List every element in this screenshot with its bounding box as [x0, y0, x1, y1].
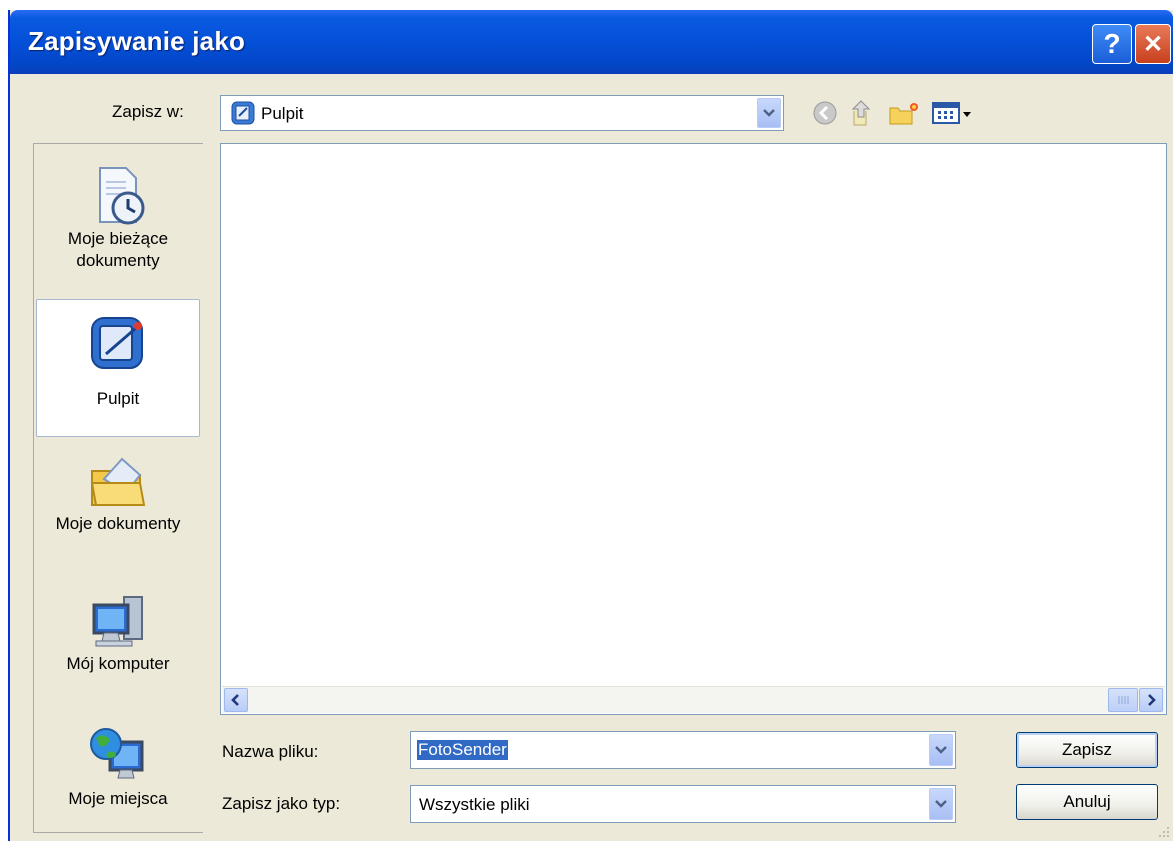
title-bar[interactable]: Zapisywanie jako ? ✕ — [10, 10, 1173, 74]
filename-combo[interactable]: FotoSender — [410, 731, 956, 769]
save-in-label: Zapisz w: — [112, 102, 184, 121]
filename-label: Nazwa pliku: — [222, 742, 319, 761]
place-label-line2: dokumenty — [76, 251, 160, 270]
up-folder-icon[interactable] — [846, 98, 876, 128]
place-desktop[interactable]: Pulpit — [36, 299, 200, 437]
save-button[interactable]: Zapisz — [1016, 732, 1158, 768]
chevron-right-icon — [1148, 694, 1156, 706]
my-documents-icon — [86, 449, 150, 513]
place-label: Moje miejsca — [68, 789, 168, 808]
back-icon[interactable] — [810, 98, 840, 128]
dialog-title: Zapisywanie jako — [28, 26, 246, 56]
help-icon: ? — [1103, 28, 1121, 59]
filename-input[interactable]: FotoSender — [417, 740, 508, 760]
my-computer-icon — [86, 589, 150, 653]
scroll-left-button[interactable] — [224, 688, 248, 712]
place-label: Pulpit — [96, 389, 140, 408]
desktop-small-icon — [231, 101, 255, 125]
horizontal-scrollbar[interactable] — [222, 686, 1165, 713]
network-places-icon — [86, 724, 150, 788]
filetype-select[interactable]: Wszystkie pliki — [410, 785, 956, 823]
chevron-down-icon[interactable] — [929, 734, 953, 766]
filetype-label: Zapisz jako typ: — [222, 794, 341, 813]
save-in-value: Pulpit — [261, 104, 304, 123]
chevron-down-icon[interactable] — [757, 98, 781, 128]
place-recent-documents[interactable]: Moje bieżące dokumenty — [36, 164, 200, 289]
close-icon: ✕ — [1142, 30, 1164, 58]
filetype-value: Wszystkie pliki — [419, 795, 530, 814]
save-in-combo[interactable]: Pulpit — [220, 95, 784, 131]
scroll-right-button[interactable] — [1139, 688, 1163, 712]
place-label: Moje bieżące — [67, 229, 169, 248]
file-list[interactable] — [220, 143, 1167, 715]
desktop-icon — [86, 312, 150, 376]
cancel-button[interactable]: Anuluj — [1016, 784, 1158, 820]
places-bar: Moje bieżące dokumenty Pulpit Moje dokum… — [33, 143, 203, 833]
recent-documents-icon — [86, 164, 150, 228]
scroll-thumb[interactable] — [1108, 688, 1138, 712]
new-folder-icon[interactable] — [886, 98, 922, 128]
help-button[interactable]: ? — [1092, 24, 1132, 64]
resize-grip-icon[interactable] — [1157, 825, 1171, 839]
place-label: Mój komputer — [66, 654, 170, 673]
chevron-left-icon — [231, 694, 239, 706]
save-as-dialog: Zapisywanie jako ? ✕ Zapisz w: Pulpit Mo… — [8, 10, 1173, 841]
grip-lines-icon — [1118, 696, 1129, 704]
place-my-computer[interactable]: Mój komputer — [36, 589, 200, 699]
place-network[interactable]: Moje miejsca — [36, 724, 200, 832]
place-my-documents[interactable]: Moje dokumenty — [36, 449, 200, 559]
close-button[interactable]: ✕ — [1135, 24, 1171, 64]
chevron-down-icon[interactable] — [929, 788, 953, 820]
place-label: Moje dokumenty — [55, 514, 181, 533]
view-menu-icon[interactable] — [930, 98, 976, 128]
